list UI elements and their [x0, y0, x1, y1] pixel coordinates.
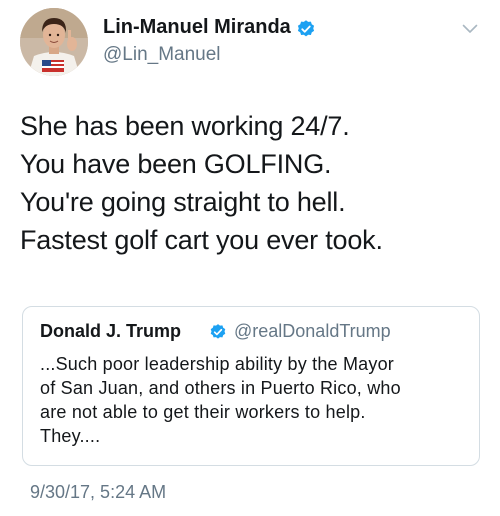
- quoted-author-name: Donald J. Trump: [40, 321, 182, 341]
- tweet-text: She has been working 24/7. You have been…: [20, 107, 490, 259]
- chevron-down-icon[interactable]: [462, 22, 478, 34]
- quoted-author-handle: @realDonaldTrump: [234, 321, 391, 341]
- author-handle[interactable]: @Lin_Manuel: [103, 44, 221, 66]
- quoted-tweet-line: ...Such poor leadership ability by the M…: [40, 354, 394, 374]
- tweet-line: She has been working 24/7.: [20, 111, 350, 141]
- tweet-card: Lin-Manuel Miranda @Lin_Manuel She has b…: [0, 0, 500, 516]
- quoted-tweet-card[interactable]: Donald J. Trump @realDonaldTrump ...Such…: [22, 306, 480, 466]
- tweet-line: You're going straight to hell.: [20, 187, 346, 217]
- tweet-timestamp[interactable]: 9/30/17, 5:24 AM: [30, 482, 166, 503]
- quoted-tweet-line: of San Juan, and others in Puerto Rico, …: [40, 378, 401, 398]
- avatar-image: [20, 8, 88, 76]
- quoted-tweet-text: ...Such poor leadership ability by the M…: [40, 352, 470, 448]
- avatar[interactable]: [20, 8, 88, 76]
- quoted-tweet-line: are not able to get their workers to hel…: [40, 402, 366, 422]
- verified-badge-icon: [209, 323, 227, 341]
- quoted-tweet-line: They....: [40, 426, 101, 446]
- tweet-line: Fastest golf cart you ever took.: [20, 225, 383, 255]
- author-name[interactable]: Lin-Manuel Miranda: [103, 16, 291, 39]
- verified-badge-icon: [296, 19, 316, 39]
- tweet-line: You have been GOLFING.: [20, 149, 332, 179]
